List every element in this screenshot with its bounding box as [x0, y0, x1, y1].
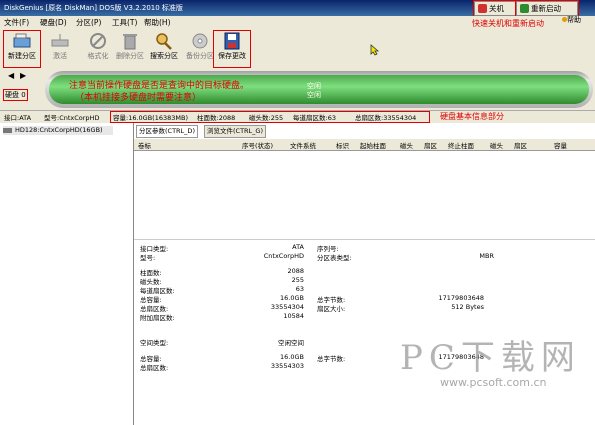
- label-sector-size: 扇区大小:: [317, 305, 346, 313]
- hard-disk-icon: [3, 128, 12, 133]
- tab-browse-files[interactable]: 浏览文件(CTRL_G): [204, 125, 267, 138]
- value-extra-sectors: 10584: [283, 312, 304, 320]
- activate-button[interactable]: 激活: [42, 31, 78, 67]
- format-button[interactable]: 格式化: [80, 31, 116, 67]
- mouse-cursor-icon: [370, 44, 380, 56]
- annotation-disk-hint-line2: （本机挂接多硬盘时需要注意）: [75, 93, 202, 103]
- free-space-size-label: 空闲: [307, 91, 321, 99]
- watermark-text: PC下载网: [400, 338, 581, 378]
- disk-partition-map[interactable]: 注意当前操作硬盘是否是查询中的目标硬盘。 （本机挂接多硬盘时需要注意） 空闲 空…: [45, 71, 593, 108]
- value-heads: 255: [291, 276, 304, 284]
- menu-file[interactable]: 文件(F): [4, 17, 29, 28]
- info-model: 型号:CntxCorpHD: [44, 114, 100, 122]
- value-cylinders: 2088: [287, 267, 304, 275]
- backup-partition-button[interactable]: 备份分区: [182, 31, 218, 67]
- col-id[interactable]: 标识: [336, 140, 349, 150]
- nav-right-arrow-icon[interactable]: ▶: [20, 71, 26, 80]
- format-icon: [88, 32, 108, 50]
- menu-bar: 文件(F) 硬盘(D) 分区(P) 工具(T) 帮助(H) 快速关机和重新启动 …: [0, 16, 595, 29]
- value-sectors-per-track: 63: [295, 285, 304, 293]
- value-total-sectors: 33554304: [270, 303, 304, 311]
- activate-icon: [50, 32, 70, 50]
- divider: [134, 239, 595, 240]
- info-cylinders: 柱面数:2088: [197, 114, 236, 122]
- watermark-url: www.pcsoft.com.cn: [440, 376, 547, 389]
- info-total-sectors: 总扇区数:33554304: [355, 114, 417, 122]
- window-title: DiskGenius [原名 DiskMan] DOS版 V3.2.2010 标…: [4, 4, 183, 12]
- search-partition-button[interactable]: 搜索分区: [146, 31, 182, 67]
- shutdown-label: 关机: [489, 4, 504, 13]
- menu-partition[interactable]: 分区(P): [76, 17, 101, 28]
- value-space-type: 空闲空间: [278, 339, 304, 347]
- restart-icon: [520, 4, 529, 13]
- restart-button[interactable]: 重新启动: [515, 0, 579, 17]
- label-extra-sectors: 附加扇区数:: [140, 314, 175, 322]
- help-link[interactable]: 帮助: [562, 15, 581, 25]
- value-total-sectors-2: 33554303: [270, 362, 304, 370]
- disk-tree: HD128:CntxCorpHD(16GB): [0, 123, 134, 425]
- trash-icon: [120, 32, 140, 50]
- new-partition-icon: [12, 32, 32, 50]
- menu-disk[interactable]: 硬盘(D): [40, 17, 67, 28]
- disk-map-area: ◀ ▶ 硬盘 0 注意当前操作硬盘是否是查询中的目标硬盘。 （本机挂接多硬盘时需…: [0, 69, 595, 110]
- col-filesystem[interactable]: 文件系统: [290, 140, 316, 150]
- partition-table-header: 卷标 序号(状态) 文件系统 标识 起始柱面 磁头 扇区 终止柱面 磁头 扇区 …: [134, 139, 595, 151]
- col-capacity[interactable]: 容量: [554, 140, 567, 150]
- help-label: 帮助: [567, 16, 581, 24]
- new-partition-button[interactable]: 新建分区: [3, 30, 41, 68]
- col-start-cylinder[interactable]: 起始柱面: [360, 140, 386, 150]
- value-capacity-2: 16.0GB: [280, 353, 304, 361]
- nav-left-arrow-icon[interactable]: ◀: [8, 71, 14, 80]
- save-icon: [222, 32, 242, 50]
- menu-help[interactable]: 帮助(H): [144, 17, 171, 28]
- value-sector-size: 512 Bytes: [451, 303, 484, 311]
- tab-partition-params[interactable]: 分区参数(CTRL_D): [136, 125, 198, 138]
- restart-label: 重新启动: [531, 4, 561, 13]
- annotation-shutdown-restart: 快速关机和重新启动: [472, 19, 544, 28]
- delete-partition-button[interactable]: 删除分区: [112, 31, 148, 67]
- label-total-sectors-2: 总扇区数:: [140, 364, 169, 372]
- col-index-status[interactable]: 序号(状态): [242, 140, 273, 150]
- col-start-head[interactable]: 磁头: [400, 140, 413, 150]
- col-volume-label[interactable]: 卷标: [138, 140, 151, 150]
- value-model: CntxCorpHD: [263, 252, 304, 260]
- save-changes-button[interactable]: 保存更改: [213, 30, 251, 68]
- tree-item-disk[interactable]: HD128:CntxCorpHD(16GB): [3, 126, 113, 135]
- col-end-sector[interactable]: 扇区: [514, 140, 527, 150]
- shutdown-button[interactable]: 关机: [473, 0, 521, 17]
- annotation-disk-info: 硬盘基本信息部分: [440, 112, 504, 121]
- toolbar: 新建分区 激活 格式化 删除分区 搜索分区 备份分区 保存更改: [0, 29, 595, 70]
- col-start-sector[interactable]: 扇区: [424, 140, 437, 150]
- label-model: 型号:: [140, 254, 156, 262]
- free-space-block[interactable]: 注意当前操作硬盘是否是查询中的目标硬盘。 （本机挂接多硬盘时需要注意） 空闲 空…: [49, 75, 589, 104]
- label-total-bytes-2: 总字节数:: [317, 355, 346, 363]
- info-interface: 接口:ATA: [4, 114, 32, 122]
- value-partition-table: MBR: [479, 252, 494, 260]
- value-total-bytes: 17179803648: [438, 294, 485, 302]
- col-end-cylinder[interactable]: 终止柱面: [448, 140, 474, 150]
- value-capacity: 16.0GB: [280, 294, 304, 302]
- info-heads: 磁头数:255: [249, 114, 284, 122]
- power-icon: [478, 4, 487, 13]
- label-partition-table: 分区表类型:: [317, 254, 352, 262]
- menu-tools[interactable]: 工具(T): [112, 17, 137, 28]
- info-capacity: 容量:16.0GB(16383MB): [113, 114, 188, 122]
- magnifier-icon: [154, 32, 174, 50]
- title-bar: DiskGenius [原名 DiskMan] DOS版 V3.2.2010 标…: [0, 0, 595, 17]
- value-interface-type: ATA: [292, 243, 304, 251]
- disk-info-box: 容量:16.0GB(16383MB) 柱面数:2088 磁头数:255 每道扇区…: [110, 111, 430, 123]
- label-space-type: 空间类型:: [140, 339, 169, 347]
- disk-selector[interactable]: 硬盘 0: [3, 89, 28, 101]
- tree-item-label: HD128:CntxCorpHD(16GB): [15, 126, 103, 134]
- disk-info-line: 接口:ATA 型号:CntxCorpHD 容量:16.0GB(16383MB) …: [0, 110, 595, 124]
- backup-disk-icon: [190, 32, 210, 50]
- col-end-head[interactable]: 磁头: [490, 140, 503, 150]
- info-sectors-per-track: 每道扇区数:63: [293, 114, 336, 122]
